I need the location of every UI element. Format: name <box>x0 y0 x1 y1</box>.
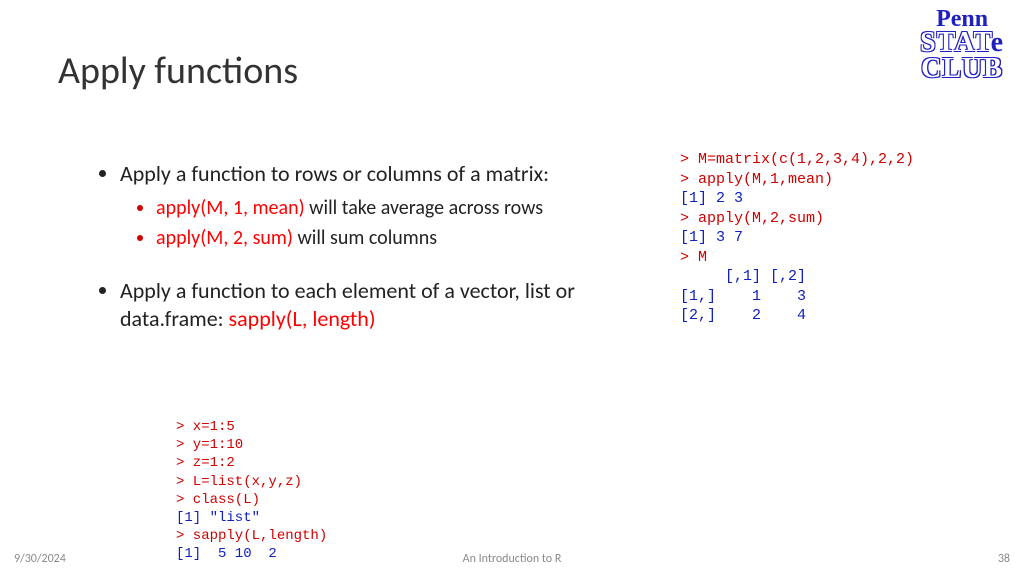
bullet-2: Apply a function to each element of a ve… <box>120 277 636 334</box>
footer-date: 9/30/2024 <box>14 552 66 566</box>
penn-state-stat-club-logo: Penn STATe CLUB <box>920 8 1004 82</box>
bullet-1a: apply(M, 1, mean) will take average acro… <box>156 195 636 221</box>
slide-title: Apply functions <box>58 48 298 94</box>
code-example-apply: > M=matrix(c(1,2,3,4),2,2) > apply(M,1,m… <box>680 150 914 326</box>
logo-line2: STATe <box>920 30 1004 56</box>
bullet-1b: apply(M, 2, sum) will sum columns <box>156 225 636 251</box>
logo-line3: CLUB <box>920 56 1004 82</box>
footer-title: An Introduction to R <box>463 552 562 566</box>
slide-body: Apply a function to rows or columns of a… <box>96 160 636 360</box>
code-example-sapply: > x=1:5 > y=1:10 > z=1:2 > L=list(x,y,z)… <box>176 418 327 564</box>
footer-page-number: 38 <box>998 552 1010 566</box>
bullet-1: Apply a function to rows or columns of a… <box>120 160 636 251</box>
